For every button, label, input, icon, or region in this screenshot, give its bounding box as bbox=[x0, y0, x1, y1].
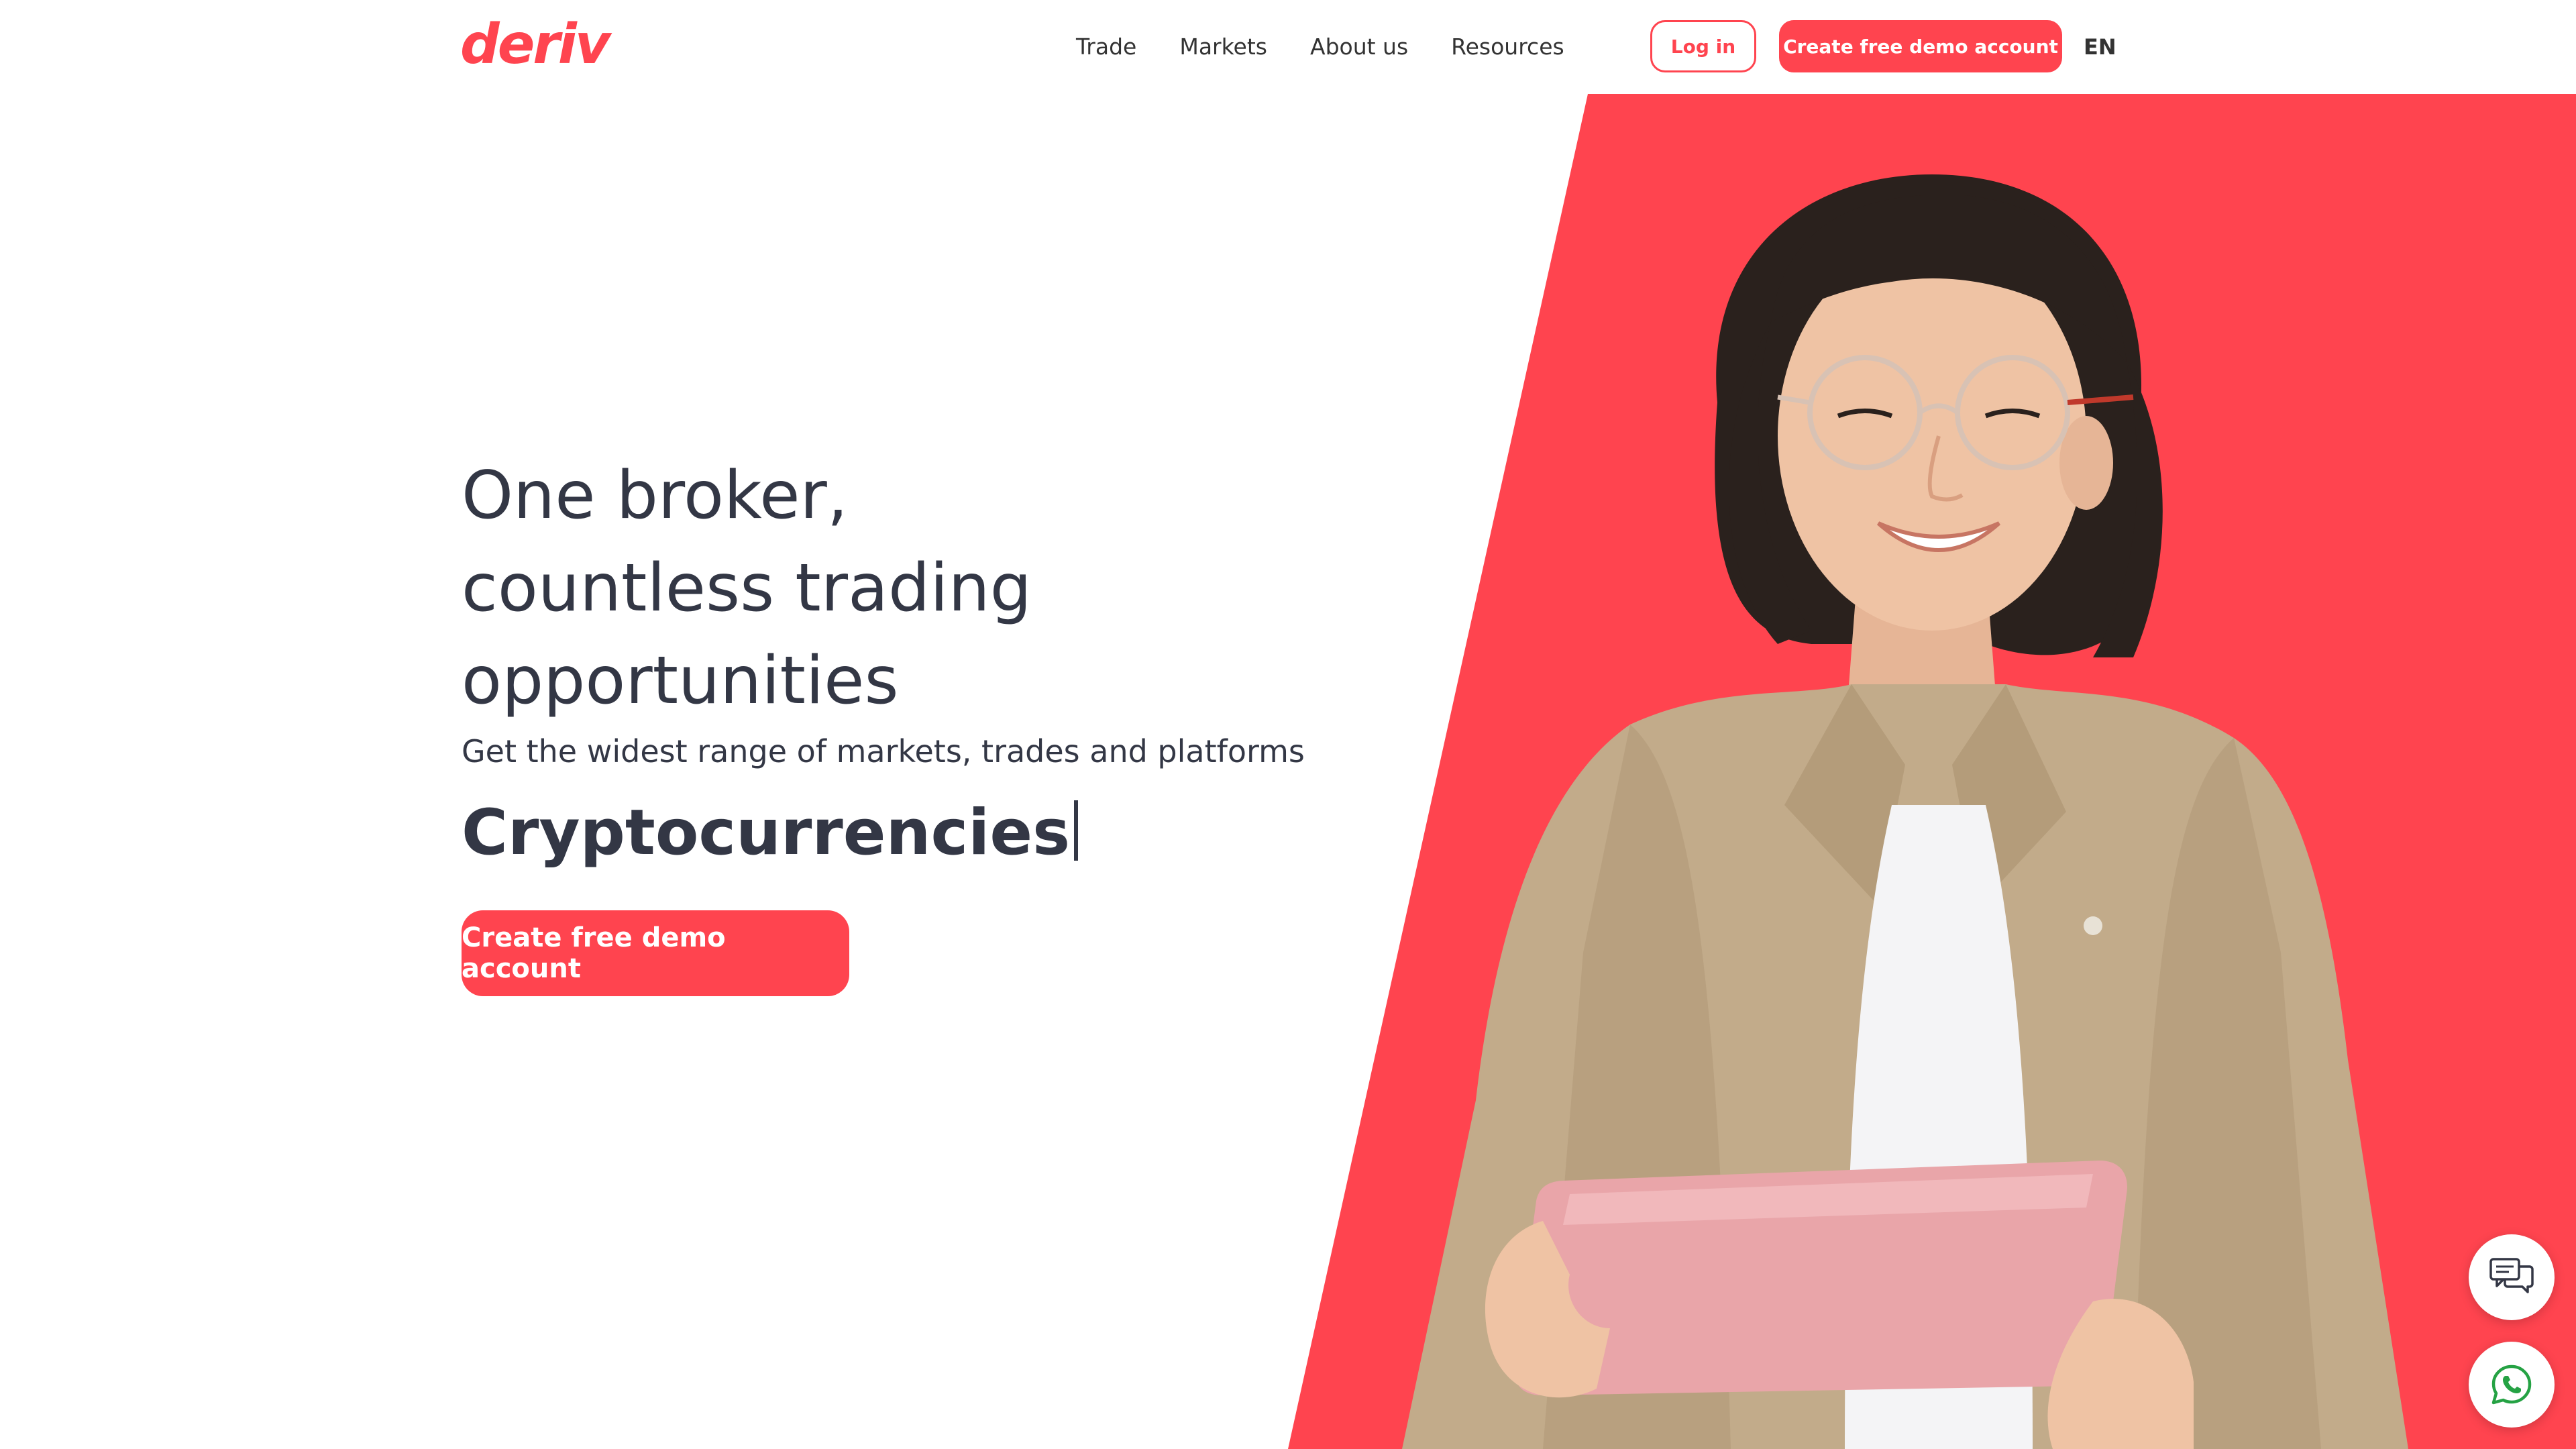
chat-bubbles-icon bbox=[2489, 1258, 2534, 1293]
hero-create-demo-button[interactable]: Create free demo account bbox=[462, 910, 849, 996]
nav-trade[interactable]: Trade bbox=[1076, 32, 1136, 62]
top-navigation-bar: deriv Trade Markets About us Resources L… bbox=[0, 0, 2576, 94]
live-chat-button[interactable] bbox=[2469, 1234, 2555, 1320]
hero-title-line: countless trading bbox=[462, 550, 1032, 627]
hero-title-line: opportunities bbox=[462, 643, 899, 719]
page: deriv Trade Markets About us Resources L… bbox=[0, 0, 2576, 1449]
language-selector[interactable]: EN bbox=[2084, 32, 2116, 62]
whatsapp-icon bbox=[2491, 1364, 2532, 1405]
hero-title-line: One broker, bbox=[462, 458, 848, 534]
hero-rotating-market: Cryptocurrencies bbox=[462, 793, 1334, 873]
deriv-logo[interactable]: deriv bbox=[460, 17, 610, 72]
whatsapp-button[interactable] bbox=[2469, 1342, 2555, 1428]
typing-caret bbox=[1074, 800, 1079, 861]
main-nav: Trade Markets About us Resources bbox=[1076, 32, 1564, 62]
nav-resources[interactable]: Resources bbox=[1451, 32, 1564, 62]
hero-subtitle: Get the widest range of markets, trades … bbox=[462, 733, 1305, 769]
nav-about-us[interactable]: About us bbox=[1310, 32, 1408, 62]
hero-person-image bbox=[1402, 174, 2408, 1449]
login-button[interactable]: Log in bbox=[1650, 20, 1756, 72]
hero-title: One broker, countless trading opportunit… bbox=[462, 449, 1334, 727]
nav-markets[interactable]: Markets bbox=[1179, 32, 1267, 62]
rotating-market-text: Cryptocurrencies bbox=[462, 796, 1071, 869]
header-create-demo-button[interactable]: Create free demo account bbox=[1779, 20, 2062, 72]
hero-text-block: One broker, countless trading opportunit… bbox=[462, 449, 1334, 873]
